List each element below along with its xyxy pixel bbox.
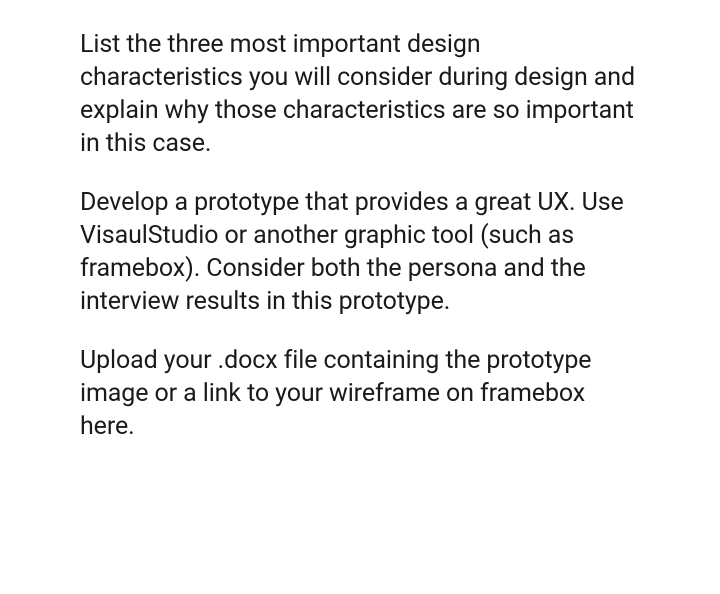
instruction-paragraph-1: List the three most important design cha…	[80, 28, 640, 160]
instruction-paragraph-3: Upload your .docx file containing the pr…	[80, 344, 640, 443]
instruction-paragraph-2: Develop a prototype that provides a grea…	[80, 186, 640, 318]
